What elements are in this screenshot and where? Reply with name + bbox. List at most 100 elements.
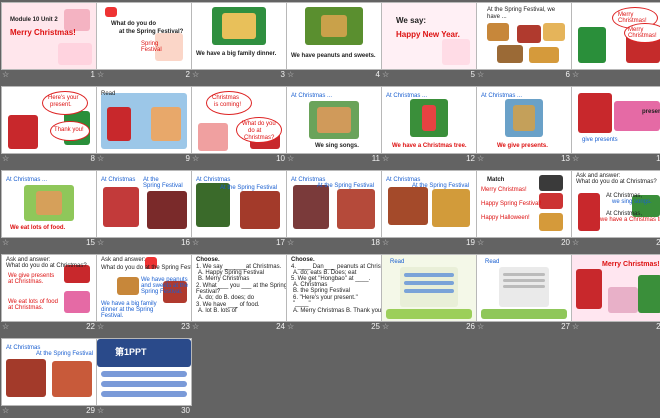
slide-preview[interactable]: At Christmas ... We sing songs.: [286, 86, 382, 154]
star-icon[interactable]: ☆: [287, 70, 294, 79]
star-icon[interactable]: ☆: [382, 154, 389, 163]
slide-preview[interactable]: Ask and answer: What do you do at Christm…: [1, 254, 97, 322]
slide-preview[interactable]: At Christmas ... We eat lots of food.: [1, 170, 97, 238]
slide-thumbnail[interactable]: MerryChristmas!MerryChristmas!☆7: [571, 2, 660, 82]
slide-preview[interactable]: At the Spring Festival, we have ...: [476, 2, 572, 70]
slide-thumbnail[interactable]: At Christmas At the Spring Festival ☆ 29: [1, 338, 97, 418]
star-icon[interactable]: ☆: [287, 238, 294, 247]
star-icon[interactable]: ☆: [2, 70, 9, 79]
slide-thumbnail[interactable]: Ask and answer: What do you do at Christm…: [1, 254, 97, 334]
slide-thumbnail[interactable]: Match Merry Christmas! Happy Spring Festiv…: [476, 170, 572, 250]
slide-thumbnail[interactable]: Read ☆ 27: [476, 254, 572, 334]
slide-picture: [578, 193, 600, 231]
slide-preview[interactable]: At Christmas At the Spring Festival: [286, 170, 382, 238]
slide-number: 28: [656, 322, 660, 331]
slide-thumbnail[interactable]: present give presents ☆ 14: [571, 86, 660, 166]
slide-preview[interactable]: At Christmas At the Spring Festival: [381, 170, 477, 238]
slide-preview[interactable]: Choose.4. ____ Dan ___ peanuts at Christ…: [286, 254, 382, 322]
star-icon[interactable]: ☆: [477, 238, 484, 247]
slide-preview[interactable]: What do you do at the Spring Festival? Spr…: [96, 2, 192, 70]
slide-preview[interactable]: At Christmas ... We give presents.: [476, 86, 572, 154]
star-icon[interactable]: ☆: [2, 322, 9, 331]
slide-preview[interactable]: At Christmas ... We have a Christmas tree…: [381, 86, 477, 154]
slide-preview[interactable]: Choose. 1. We say ______ at Christmas. A. …: [191, 254, 287, 322]
star-icon[interactable]: ☆: [572, 154, 579, 163]
slide-thumbnail[interactable]: At Christmas At the Spring Festival ☆ 17: [191, 170, 287, 250]
slide-thumbnail[interactable]: We have a big family dinner. ☆ 3: [191, 2, 287, 82]
slide-thumbnail[interactable]: At Christmas At the Spring Festival ☆ 19: [381, 170, 477, 250]
slide-thumbnail[interactable]: Ask and answer: What do you do at the Spr…: [96, 254, 192, 334]
slide-footer: ☆ 25: [286, 321, 382, 333]
slide-text: At the Spring Festival: [220, 185, 278, 191]
star-icon[interactable]: ☆: [572, 238, 579, 247]
slide-preview[interactable]: Merry Christmas!: [571, 254, 660, 322]
star-icon[interactable]: ☆: [97, 238, 104, 247]
star-icon[interactable]: ☆: [97, 322, 104, 331]
slide-preview[interactable]: Ask and answer: What do you do at Christm…: [571, 170, 660, 238]
slide-thumbnail[interactable]: Merry Christmas! ☆ 28: [571, 254, 660, 334]
star-icon[interactable]: ☆: [97, 70, 104, 79]
slide-thumbnail[interactable]: At Christmas At the Spring Festival ☆ 16: [96, 170, 192, 250]
slide-thumbnail[interactable]: At Christmas ... We eat lots of food. ☆ 15: [1, 170, 97, 250]
slide-preview[interactable]: Read: [96, 86, 192, 154]
star-icon[interactable]: ☆: [97, 154, 104, 163]
slide-thumbnail[interactable]: 第1PPT ☆ 30: [96, 338, 192, 418]
star-icon[interactable]: ☆: [382, 322, 389, 331]
star-icon[interactable]: ☆: [572, 70, 579, 79]
slide-preview[interactable]: At Christmas At the Spring Festival: [96, 170, 192, 238]
slide-text: have ...: [487, 14, 507, 20]
slide-thumbnail[interactable]: Read ☆ 26: [381, 254, 477, 334]
star-icon[interactable]: ☆: [192, 154, 199, 163]
slide-preview[interactable]: Match Merry Christmas! Happy Spring Festiv…: [476, 170, 572, 238]
slide-thumbnail[interactable]: At Christmas ... We sing songs. ☆ 11: [286, 86, 382, 166]
slide-footer: ☆ 18: [286, 237, 382, 249]
slide-text: Christmas?: [244, 135, 275, 141]
star-icon[interactable]: ☆: [2, 238, 9, 247]
star-icon[interactable]: ☆: [2, 154, 9, 163]
slide-preview[interactable]: Here's your present. Thank you!: [1, 86, 97, 154]
slide-preview[interactable]: We have peanuts and sweets.: [286, 2, 382, 70]
slide-preview[interactable]: Merry Christmas! Merry Christmas!: [571, 2, 660, 70]
slide-preview[interactable]: present give presents: [571, 86, 660, 154]
slide-preview[interactable]: Module 10 Unit 2 Merry Christmas!: [1, 2, 97, 70]
slide-thumbnail[interactable]: Choose. 1. We say ______ at Christmas. A. …: [191, 254, 287, 334]
slide-preview[interactable]: At Christmas At the Spring Festival: [1, 338, 97, 406]
slide-thumbnail[interactable]: Here's your present. Thank you! ☆ 8: [1, 86, 97, 166]
slide-picture: [388, 187, 428, 225]
slide-footer: ☆ 3: [191, 69, 287, 81]
slide-thumbnail[interactable]: At Christmas ... We have a Christmas tree…: [381, 86, 477, 166]
slide-thumbnail[interactable]: We say: Happy New Year. ☆ 5: [381, 2, 477, 82]
slide-preview[interactable]: 第1PPT: [96, 338, 192, 406]
slide-preview[interactable]: We have a big family dinner.: [191, 2, 287, 70]
slide-footer: ☆ 9: [96, 153, 192, 165]
slide-thumbnail[interactable]: Christmas is coming! What do you do at Chris…: [191, 86, 287, 166]
slide-thumbnail[interactable]: Read ☆ 9: [96, 86, 192, 166]
slide-thumbnail[interactable]: What do you do at the Spring Festival? Spr…: [96, 2, 192, 82]
slide-thumbnail[interactable]: At Christmas ... We give presents. ☆ 13: [476, 86, 572, 166]
slide-preview[interactable]: Christmas is coming! What do you do at Chris…: [191, 86, 287, 154]
slide-thumbnail[interactable]: Module 10 Unit 2 Merry Christmas! ☆ 1: [1, 2, 97, 82]
slide-preview[interactable]: At Christmas At the Spring Festival: [191, 170, 287, 238]
star-icon[interactable]: ☆: [477, 70, 484, 79]
star-icon[interactable]: ☆: [192, 70, 199, 79]
star-icon[interactable]: ☆: [287, 322, 294, 331]
star-icon[interactable]: ☆: [382, 70, 389, 79]
slide-thumbnail[interactable]: At the Spring Festival, we have ... ☆ 6: [476, 2, 572, 82]
star-icon[interactable]: ☆: [477, 322, 484, 331]
star-icon[interactable]: ☆: [192, 322, 199, 331]
slide-picture: [404, 289, 454, 293]
slide-thumbnail[interactable]: Choose.4. ____ Dan ___ peanuts at Christ…: [286, 254, 382, 334]
star-icon[interactable]: ☆: [572, 322, 579, 331]
star-icon[interactable]: ☆: [287, 154, 294, 163]
slide-thumbnail[interactable]: We have peanuts and sweets. ☆ 4: [286, 2, 382, 82]
slide-picture: [52, 361, 92, 397]
star-icon[interactable]: ☆: [382, 238, 389, 247]
slide-preview[interactable]: Ask and answer: What do you do at the Spr…: [96, 254, 192, 322]
slide-preview[interactable]: Read: [381, 254, 477, 322]
star-icon[interactable]: ☆: [477, 154, 484, 163]
star-icon[interactable]: ☆: [192, 238, 199, 247]
slide-preview[interactable]: Read: [476, 254, 572, 322]
slide-thumbnail[interactable]: At Christmas At the Spring Festival ☆ 18: [286, 170, 382, 250]
slide-preview[interactable]: We say: Happy New Year.: [381, 2, 477, 70]
slide-thumbnail[interactable]: Ask and answer: What do you do at Christm…: [571, 170, 660, 250]
